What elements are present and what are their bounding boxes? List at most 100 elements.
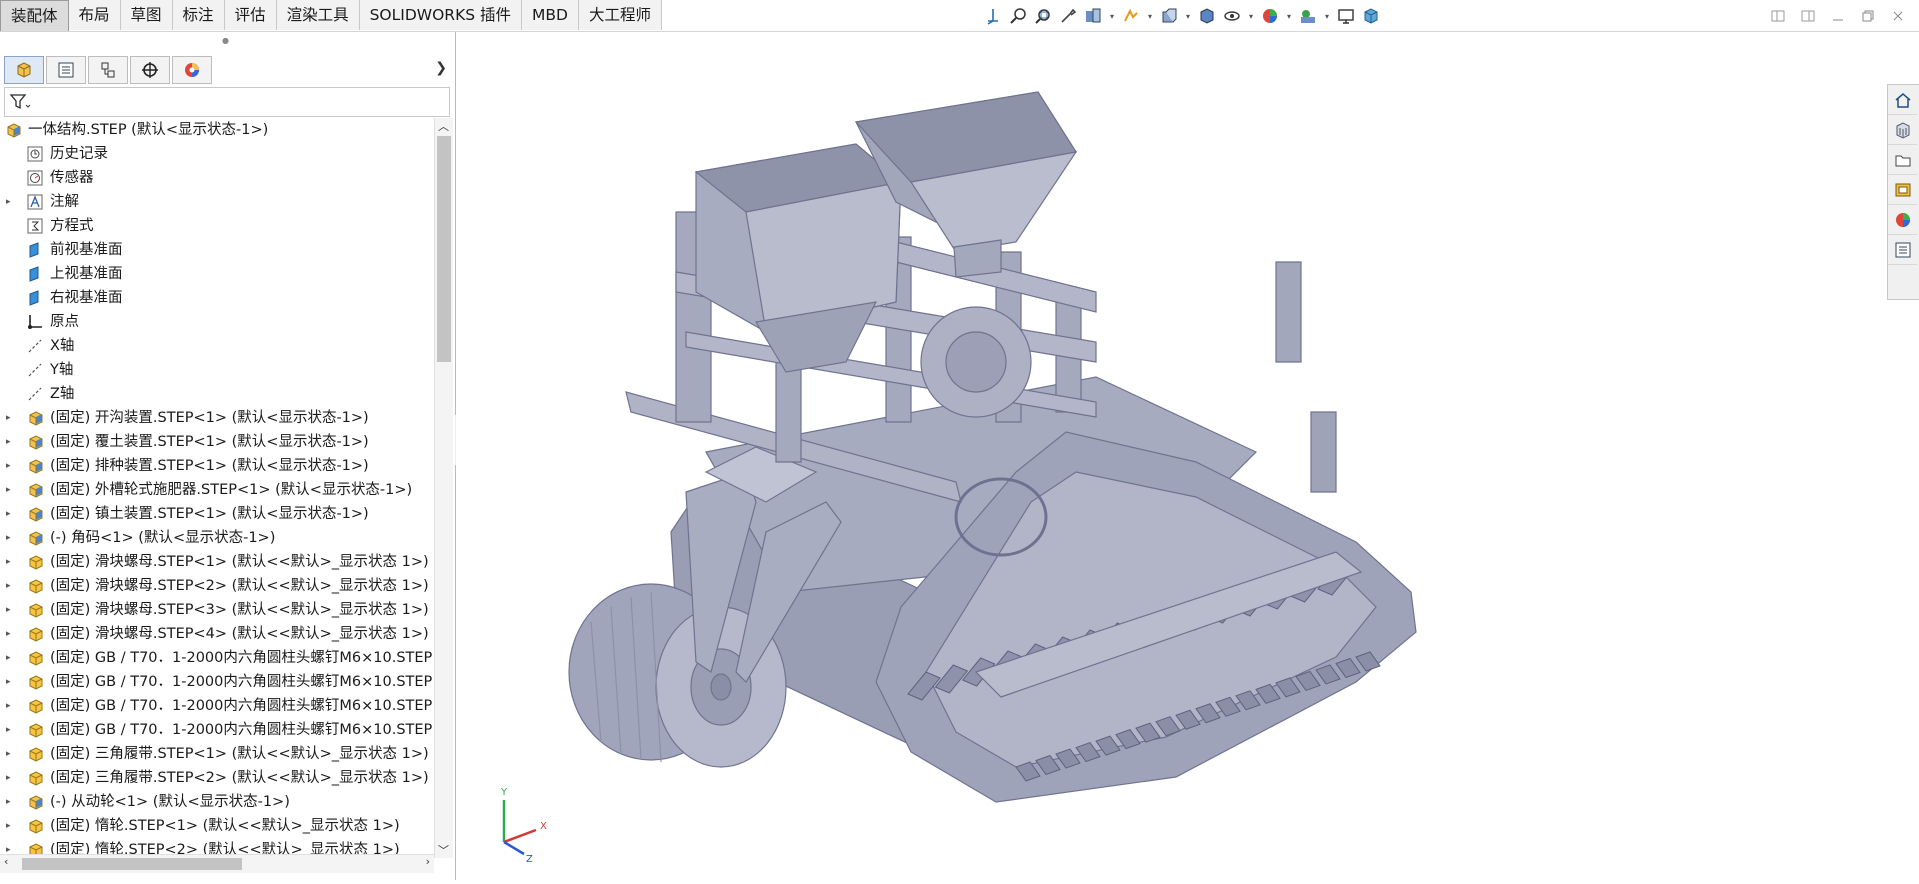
- view-settings-icon[interactable]: [1335, 5, 1357, 27]
- minimize-icon[interactable]: [1829, 7, 1847, 25]
- display-style-icon[interactable]: [1196, 5, 1218, 27]
- hide-show-icon[interactable]: [1221, 5, 1243, 27]
- expand-arrow-icon[interactable]: ▸: [6, 550, 16, 574]
- expand-arrow-icon[interactable]: ▸: [6, 670, 16, 694]
- scroll-thumb-horizontal[interactable]: [22, 858, 242, 870]
- expand-arrow-icon[interactable]: ▸: [6, 526, 16, 550]
- edit-appearance-icon[interactable]: [1259, 5, 1281, 27]
- expand-arrow-icon[interactable]: ▸: [6, 190, 16, 214]
- file-explorer-icon[interactable]: [1888, 145, 1917, 175]
- scroll-right-icon[interactable]: ›: [426, 855, 430, 868]
- tree-item[interactable]: ▸ 注解: [0, 190, 434, 214]
- view-palette-icon[interactable]: [1888, 175, 1917, 205]
- tab-7[interactable]: MBD: [522, 0, 579, 30]
- zoom-to-area-icon[interactable]: [1032, 5, 1054, 27]
- close-icon[interactable]: [1889, 7, 1907, 25]
- tree-item[interactable]: ▸ (-) 角码<1> (默认<显示状态-1>): [0, 526, 434, 550]
- tree-item[interactable]: ▸ (固定) 惰轮.STEP<1> (默认<<默认>_显示状态 1>): [0, 814, 434, 838]
- expand-arrow-icon[interactable]: ▸: [6, 694, 16, 718]
- tab-8[interactable]: 大工程师: [578, 0, 662, 30]
- tree-item[interactable]: 原点: [0, 310, 434, 334]
- tree-item[interactable]: ▸ (固定) GB / T70．1-2000内六角圆柱头螺钉M6×10.STEP: [0, 646, 434, 670]
- tree-item[interactable]: ▸ (固定) 外槽轮式施肥器.STEP<1> (默认<显示状态-1>): [0, 478, 434, 502]
- expand-arrow-icon[interactable]: ▸: [6, 430, 16, 454]
- home-icon[interactable]: [1888, 85, 1917, 115]
- tree-item[interactable]: ▸ (固定) 镇土装置.STEP<1> (默认<显示状态-1>): [0, 502, 434, 526]
- tree-item[interactable]: ▸ (固定) 三角履带.STEP<2> (默认<<默认>_显示状态 1>): [0, 766, 434, 790]
- panel-drag-handle[interactable]: ●: [222, 36, 229, 45]
- tree-item[interactable]: ▸ (固定) 三角履带.STEP<1> (默认<<默认>_显示状态 1>): [0, 742, 434, 766]
- expand-arrow-icon[interactable]: ▸: [6, 718, 16, 742]
- scroll-down-icon[interactable]: ﹀: [438, 842, 449, 858]
- configurationmanager-icon[interactable]: [88, 56, 128, 84]
- chevron-down-icon[interactable]: ▾: [1246, 5, 1256, 27]
- propertymanager-icon[interactable]: [46, 56, 86, 84]
- tab-4[interactable]: 评估: [224, 0, 277, 30]
- displaymanager-icon[interactable]: [172, 56, 212, 84]
- expand-arrow-icon[interactable]: ▸: [6, 478, 16, 502]
- chevron-down-icon[interactable]: ▾: [1322, 5, 1332, 27]
- panel-expand-chevron-icon[interactable]: ❯: [435, 60, 447, 76]
- tab-1[interactable]: 布局: [68, 0, 121, 30]
- tree-item[interactable]: ▸ (固定) GB / T70．1-2000内六角圆柱头螺钉M6×10.STEP: [0, 670, 434, 694]
- tree-item[interactable]: ▸ (固定) GB / T70．1-2000内六角圆柱头螺钉M6×10.STEP: [0, 718, 434, 742]
- view-setting-icon[interactable]: [1158, 5, 1180, 27]
- tree-item[interactable]: ▸ (-) 从动轮<1> (默认<显示状态-1>): [0, 790, 434, 814]
- expand-arrow-icon[interactable]: ▸: [6, 406, 16, 430]
- tree-horizontal-scrollbar[interactable]: ‹ ›: [0, 854, 434, 873]
- tree-item[interactable]: 传感器: [0, 166, 434, 190]
- tree-item[interactable]: ▸ (固定) 滑块螺母.STEP<4> (默认<<默认>_显示状态 1>): [0, 622, 434, 646]
- expand-arrow-icon[interactable]: ▸: [6, 622, 16, 646]
- tab-0[interactable]: 装配体: [0, 0, 69, 31]
- zoom-to-fit-icon[interactable]: [1007, 5, 1029, 27]
- restore-icon[interactable]: [1859, 7, 1877, 25]
- tree-item[interactable]: ▸ (固定) 排种装置.STEP<1> (默认<显示状态-1>): [0, 454, 434, 478]
- expand-arrow-icon[interactable]: ▸: [6, 742, 16, 766]
- tree-item[interactable]: 上视基准面: [0, 262, 434, 286]
- previous-view-icon[interactable]: [1057, 5, 1079, 27]
- tree-item[interactable]: ▸ (固定) 覆土装置.STEP<1> (默认<显示状态-1>): [0, 430, 434, 454]
- expand-arrow-icon[interactable]: ▸: [6, 574, 16, 598]
- tree-item[interactable]: Z轴: [0, 382, 434, 406]
- tree-item[interactable]: X轴: [0, 334, 434, 358]
- tree-item[interactable]: 历史记录: [0, 142, 434, 166]
- tab-6[interactable]: SOLIDWORKS 插件: [359, 0, 523, 30]
- dynamic-annotation-icon[interactable]: [1120, 5, 1142, 27]
- tree-item[interactable]: 前视基准面: [0, 238, 434, 262]
- chevron-down-icon[interactable]: ▾: [1145, 5, 1155, 27]
- expand-arrow-icon[interactable]: ▸: [6, 646, 16, 670]
- expand-arrow-icon[interactable]: ▸: [6, 790, 16, 814]
- tree-item[interactable]: 一体结构.STEP (默认<显示状态-1>): [0, 118, 434, 142]
- scroll-thumb[interactable]: [437, 136, 451, 362]
- tree-filter-box[interactable]: [4, 87, 450, 117]
- tree-item[interactable]: 右视基准面: [0, 286, 434, 310]
- expand-arrow-icon[interactable]: ▸: [6, 598, 16, 622]
- expand-arrow-icon[interactable]: ▸: [6, 502, 16, 526]
- tab-2[interactable]: 草图: [120, 0, 173, 30]
- expand-arrow-icon[interactable]: ▸: [6, 766, 16, 790]
- section-view-icon[interactable]: [1082, 5, 1104, 27]
- design-library-icon[interactable]: [1888, 115, 1917, 145]
- tree-item[interactable]: ▸ (固定) GB / T70．1-2000内六角圆柱头螺钉M6×10.STEP: [0, 694, 434, 718]
- tree-item[interactable]: ▸ (固定) 滑块螺母.STEP<2> (默认<<默认>_显示状态 1>): [0, 574, 434, 598]
- chevron-down-icon[interactable]: ▾: [1284, 5, 1294, 27]
- expand-arrow-icon[interactable]: ▸: [6, 814, 16, 838]
- tile-right-icon[interactable]: [1799, 7, 1817, 25]
- expand-arrow-icon[interactable]: ▸: [6, 454, 16, 478]
- dimxpert-icon[interactable]: [130, 56, 170, 84]
- tab-3[interactable]: 标注: [172, 0, 225, 30]
- filter-icon[interactable]: [9, 92, 31, 116]
- tree-item[interactable]: Y轴: [0, 358, 434, 382]
- appearances-icon[interactable]: [1888, 205, 1917, 235]
- graphics-area[interactable]: Y X Z: [456, 32, 1919, 880]
- apply-scene-icon[interactable]: [1297, 5, 1319, 27]
- scroll-left-icon[interactable]: ‹: [4, 855, 8, 868]
- assembly-model-render[interactable]: Y X Z: [456, 32, 1919, 880]
- chevron-down-icon[interactable]: ▾: [1183, 5, 1193, 27]
- custom-properties-icon[interactable]: [1888, 235, 1917, 265]
- tree-item[interactable]: ▸ (固定) 滑块螺母.STEP<1> (默认<<默认>_显示状态 1>): [0, 550, 434, 574]
- tree-item[interactable]: ▸ (固定) 滑块螺母.STEP<3> (默认<<默认>_显示状态 1>): [0, 598, 434, 622]
- tree-item[interactable]: 方程式: [0, 214, 434, 238]
- tree-item[interactable]: ▸ (固定) 开沟装置.STEP<1> (默认<显示状态-1>): [0, 406, 434, 430]
- tab-5[interactable]: 渲染工具: [276, 0, 360, 30]
